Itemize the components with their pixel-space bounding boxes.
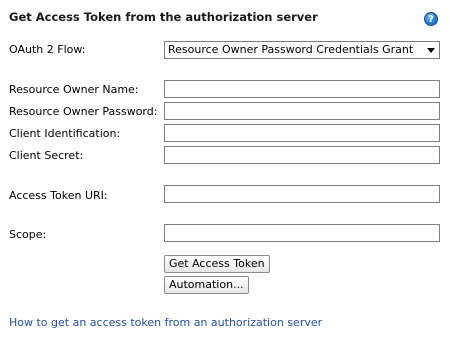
oauth-flow-label: OAuth 2 Flow: [9,43,86,56]
client-id-field[interactable] [164,124,440,142]
chevron-down-icon [427,48,435,53]
help-icon[interactable]: ? [424,12,438,26]
client-id-label: Client Identification: [9,127,121,140]
dialog-title: Get Access Token from the authorization … [9,10,318,24]
resource-owner-name-field[interactable] [164,80,440,98]
oauth-flow-selected-value: Resource Owner Password Credentials Gran… [168,43,414,56]
client-secret-field[interactable] [164,146,440,164]
help-link[interactable]: How to get an access token from an autho… [9,316,322,329]
oauth-flow-select[interactable]: Resource Owner Password Credentials Gran… [164,41,440,59]
access-token-uri-field[interactable] [164,185,440,203]
resource-owner-name-label: Resource Owner Name: [9,83,139,96]
resource-owner-password-field[interactable] [164,102,440,120]
access-token-uri-label: Access Token URI: [9,189,108,202]
automation-button[interactable]: Automation... [164,276,249,294]
scope-field[interactable] [164,224,440,242]
oauth-get-token-dialog: Get Access Token from the authorization … [0,0,450,341]
get-access-token-button[interactable]: Get Access Token [164,255,270,273]
client-secret-label: Client Secret: [9,149,84,162]
scope-label: Scope: [9,228,47,241]
resource-owner-password-label: Resource Owner Password: [9,105,158,118]
